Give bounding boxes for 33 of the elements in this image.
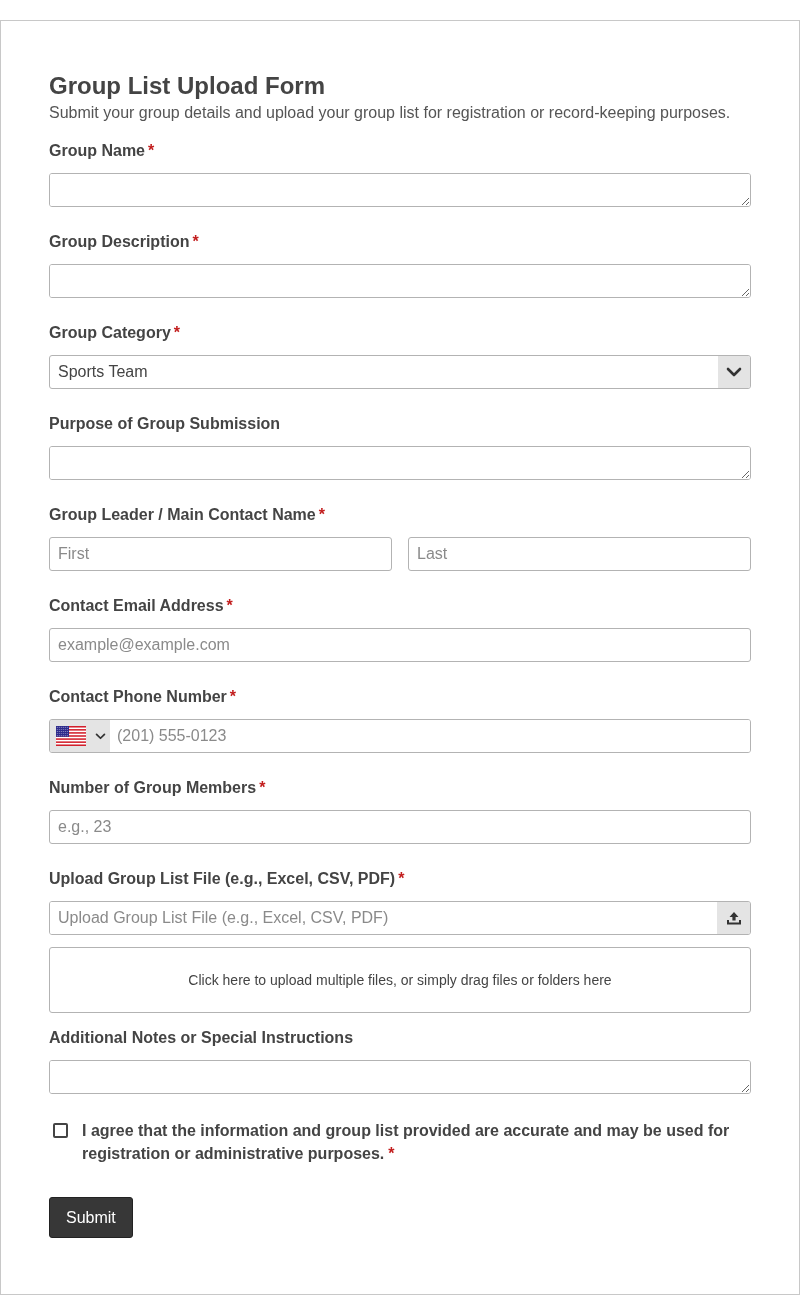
field-label: Group Leader / Main Contact Name * <box>49 505 325 525</box>
field-label: Group Description * <box>49 232 199 252</box>
text-input-field[interactable]: e.g., 23 <box>49 810 751 844</box>
form-title: Group List Upload Form <box>49 72 325 100</box>
phone-input-field[interactable]: (201) 555-0123 <box>49 719 751 753</box>
form-description: Submit your group details and upload your group list for registration or record-keeping purposes. <box>49 103 731 123</box>
upload-button[interactable] <box>717 902 750 934</box>
file-upload-field[interactable]: Upload Group List File (e.g., Excel, CSV, PDF) <box>49 901 751 935</box>
name-input-field[interactable]: Last <box>408 537 751 571</box>
chevron-down-icon <box>718 356 750 388</box>
agreement-text: I agree that the information and group list provided are accurate and may be used for registration or administrative purposes. * <box>82 1121 731 1164</box>
text-area-field[interactable] <box>49 1060 751 1094</box>
field-label: Additional Notes or Special Instructions <box>49 1028 354 1048</box>
file-drop-zone[interactable]: Click here to upload multiple files, or simply drag files or folders here <box>49 947 751 1013</box>
category-select[interactable]: Sports Team <box>49 355 751 389</box>
chevron-down-icon <box>95 732 106 740</box>
text-area-field[interactable] <box>49 264 751 298</box>
field-label: Number of Group Members * <box>49 778 266 798</box>
field-label: Group Category * <box>49 323 181 343</box>
field-label: Contact Phone Number * <box>49 687 237 707</box>
name-input-field[interactable]: First <box>49 537 392 571</box>
field-label: Purpose of Group Submission <box>49 414 281 434</box>
country-picker[interactable] <box>50 720 110 752</box>
text-input-field[interactable]: example@example.com <box>49 628 751 662</box>
checkbox[interactable] <box>53 1123 68 1138</box>
upload-icon <box>725 911 742 925</box>
field-label: Upload Group List File (e.g., Excel, CSV, PDF) * <box>49 869 405 889</box>
field-label: Contact Email Address * <box>49 596 233 616</box>
submit-button[interactable]: Submit <box>49 1197 133 1238</box>
flag-icon <box>56 726 86 746</box>
text-area-field[interactable] <box>49 173 751 207</box>
text-area-field[interactable] <box>49 446 751 480</box>
field-label: Group Name * <box>49 141 155 161</box>
